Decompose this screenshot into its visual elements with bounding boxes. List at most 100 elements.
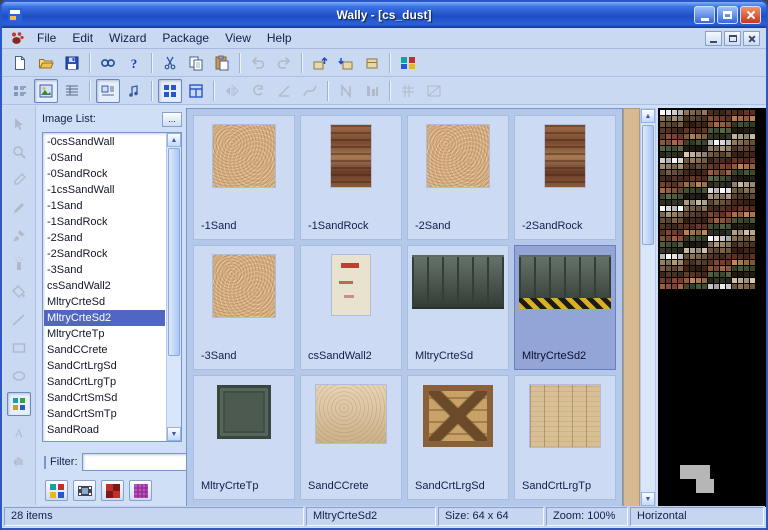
mdi-close-button[interactable] — [743, 31, 760, 46]
texture-cell[interactable]: -3Sand — [193, 245, 295, 370]
close-button[interactable] — [740, 6, 761, 24]
cut-button[interactable] — [158, 51, 182, 75]
pane-splitter[interactable] — [623, 108, 640, 507]
open-button[interactable] — [34, 51, 58, 75]
menu-wizard[interactable]: Wizard — [101, 29, 154, 47]
list-item[interactable]: -3Sand — [44, 262, 165, 278]
maximize-icon — [723, 11, 732, 19]
palette-swatch — [696, 194, 701, 199]
animation-view-button[interactable] — [73, 480, 96, 501]
package-add-button[interactable] — [334, 51, 358, 75]
filter-checkbox[interactable] — [44, 456, 46, 469]
grid-window-button[interactable] — [184, 79, 208, 103]
list-item[interactable]: -1SandRock — [44, 214, 165, 230]
palette-tool-button[interactable] — [7, 392, 31, 416]
view-thumbs-button[interactable] — [96, 79, 120, 103]
texture-cell[interactable]: -2Sand — [407, 115, 509, 240]
new-button[interactable] — [8, 51, 32, 75]
mdi-restore-button[interactable] — [724, 31, 741, 46]
texture-cell[interactable]: csSandWall2 — [300, 245, 402, 370]
title-bar[interactable]: Wally - [cs_dust] — [2, 2, 766, 28]
save-button[interactable] — [60, 51, 84, 75]
texture-cell[interactable]: SandCrtLrgTp — [514, 375, 616, 500]
texture-cell[interactable]: -2SandRock — [514, 115, 616, 240]
palette-swatch — [678, 248, 683, 253]
grid-2x2-button[interactable] — [158, 79, 182, 103]
pencil-icon — [11, 200, 27, 216]
view-image-button[interactable] — [34, 79, 58, 103]
list-item[interactable]: SandCrtSmSd — [44, 390, 165, 406]
list-item[interactable]: SandCrtLrgSd — [44, 358, 165, 374]
paste-button[interactable] — [210, 51, 234, 75]
list-item[interactable]: MltryCrteTp — [44, 326, 165, 342]
palette-swatch — [720, 284, 725, 289]
list-item[interactable]: SandCrtSmTp — [44, 406, 165, 422]
wizard-button[interactable] — [396, 51, 420, 75]
browser-scroll-down-icon[interactable]: ▼ — [641, 492, 655, 506]
package-new-icon — [364, 55, 380, 71]
list-item[interactable]: -1Sand — [44, 198, 165, 214]
menu-file[interactable]: File — [29, 29, 64, 47]
list-item[interactable]: -2SandRock — [44, 246, 165, 262]
minimize-button[interactable] — [694, 6, 715, 24]
palette-swatch — [726, 212, 731, 217]
palette-swatch — [744, 272, 749, 277]
texture-cell[interactable]: -1Sand — [193, 115, 295, 240]
list-item[interactable]: MltryCrteSd2 — [44, 310, 165, 326]
list-item[interactable]: MltryCrteSd — [44, 294, 165, 310]
ellipse-icon — [11, 368, 27, 384]
color-grid-button[interactable] — [129, 480, 152, 501]
palette-swatch — [732, 236, 737, 241]
palette-swatch — [720, 218, 725, 223]
list-item[interactable]: -2Sand — [44, 230, 165, 246]
scroll-down-icon[interactable]: ▼ — [167, 427, 181, 441]
scroll-up-icon[interactable]: ▲ — [167, 133, 181, 147]
menu-view[interactable]: View — [217, 29, 259, 47]
texture-cell[interactable]: MltryCrteSd2 — [514, 245, 616, 370]
palette-swatch — [696, 128, 701, 133]
menu-help[interactable]: Help — [259, 29, 300, 47]
list-item[interactable]: -0SandRock — [44, 166, 165, 182]
mdi-minimize-button[interactable] — [705, 31, 722, 46]
package-new-button[interactable] — [360, 51, 384, 75]
browser-scroll-up-icon[interactable]: ▲ — [641, 109, 655, 123]
palette-swatch — [696, 236, 701, 241]
view-list-button[interactable] — [8, 79, 32, 103]
palette-view-button[interactable] — [45, 480, 68, 501]
palette-swatch — [744, 224, 749, 229]
list-item[interactable]: SandCCrete — [44, 342, 165, 358]
browse-button[interactable]: ... — [162, 112, 182, 127]
list-item[interactable]: csSandWall2 — [44, 278, 165, 294]
maximize-button[interactable] — [717, 6, 738, 24]
palette-swatch — [696, 188, 701, 193]
view-notes-button[interactable] — [122, 79, 146, 103]
help-button[interactable]: ? — [122, 51, 146, 75]
browser-scrollbar[interactable]: ▲ ▼ — [640, 108, 656, 507]
texture-cell[interactable]: SandCrtLrgSd — [407, 375, 509, 500]
wally-window: Wally - [cs_dust] FileEditWizardPackageV… — [0, 0, 768, 530]
color-palette-panel[interactable] — [658, 108, 767, 507]
list-scroll-thumb[interactable] — [168, 148, 180, 356]
texture-cell[interactable]: MltryCrteSd — [407, 245, 509, 370]
red-palette-button[interactable] — [101, 480, 124, 501]
menu-package[interactable]: Package — [154, 29, 217, 47]
palette-swatch — [702, 188, 707, 193]
menu-edit[interactable]: Edit — [64, 29, 101, 47]
texture-cell[interactable]: -1SandRock — [300, 115, 402, 240]
palette-swatch — [660, 206, 665, 211]
view-detail-button[interactable] — [60, 79, 84, 103]
package-extract-button[interactable] — [308, 51, 332, 75]
list-item[interactable]: -0Sand — [44, 150, 165, 166]
palette-swatch — [720, 146, 725, 151]
list-item[interactable]: SandCrtLrgTp — [44, 374, 165, 390]
pan-icon — [11, 452, 27, 468]
list-scrollbar[interactable]: ▲ ▼ — [166, 133, 181, 441]
browser-scroll-thumb[interactable] — [642, 125, 654, 245]
list-item[interactable]: SandRoad — [44, 422, 165, 438]
list-item[interactable]: -1csSandWall — [44, 182, 165, 198]
texture-cell[interactable]: SandCCrete — [300, 375, 402, 500]
find-button[interactable] — [96, 51, 120, 75]
list-item[interactable]: -0csSandWall — [44, 134, 165, 150]
copy-button[interactable] — [184, 51, 208, 75]
texture-cell[interactable]: MltryCrteTp — [193, 375, 295, 500]
